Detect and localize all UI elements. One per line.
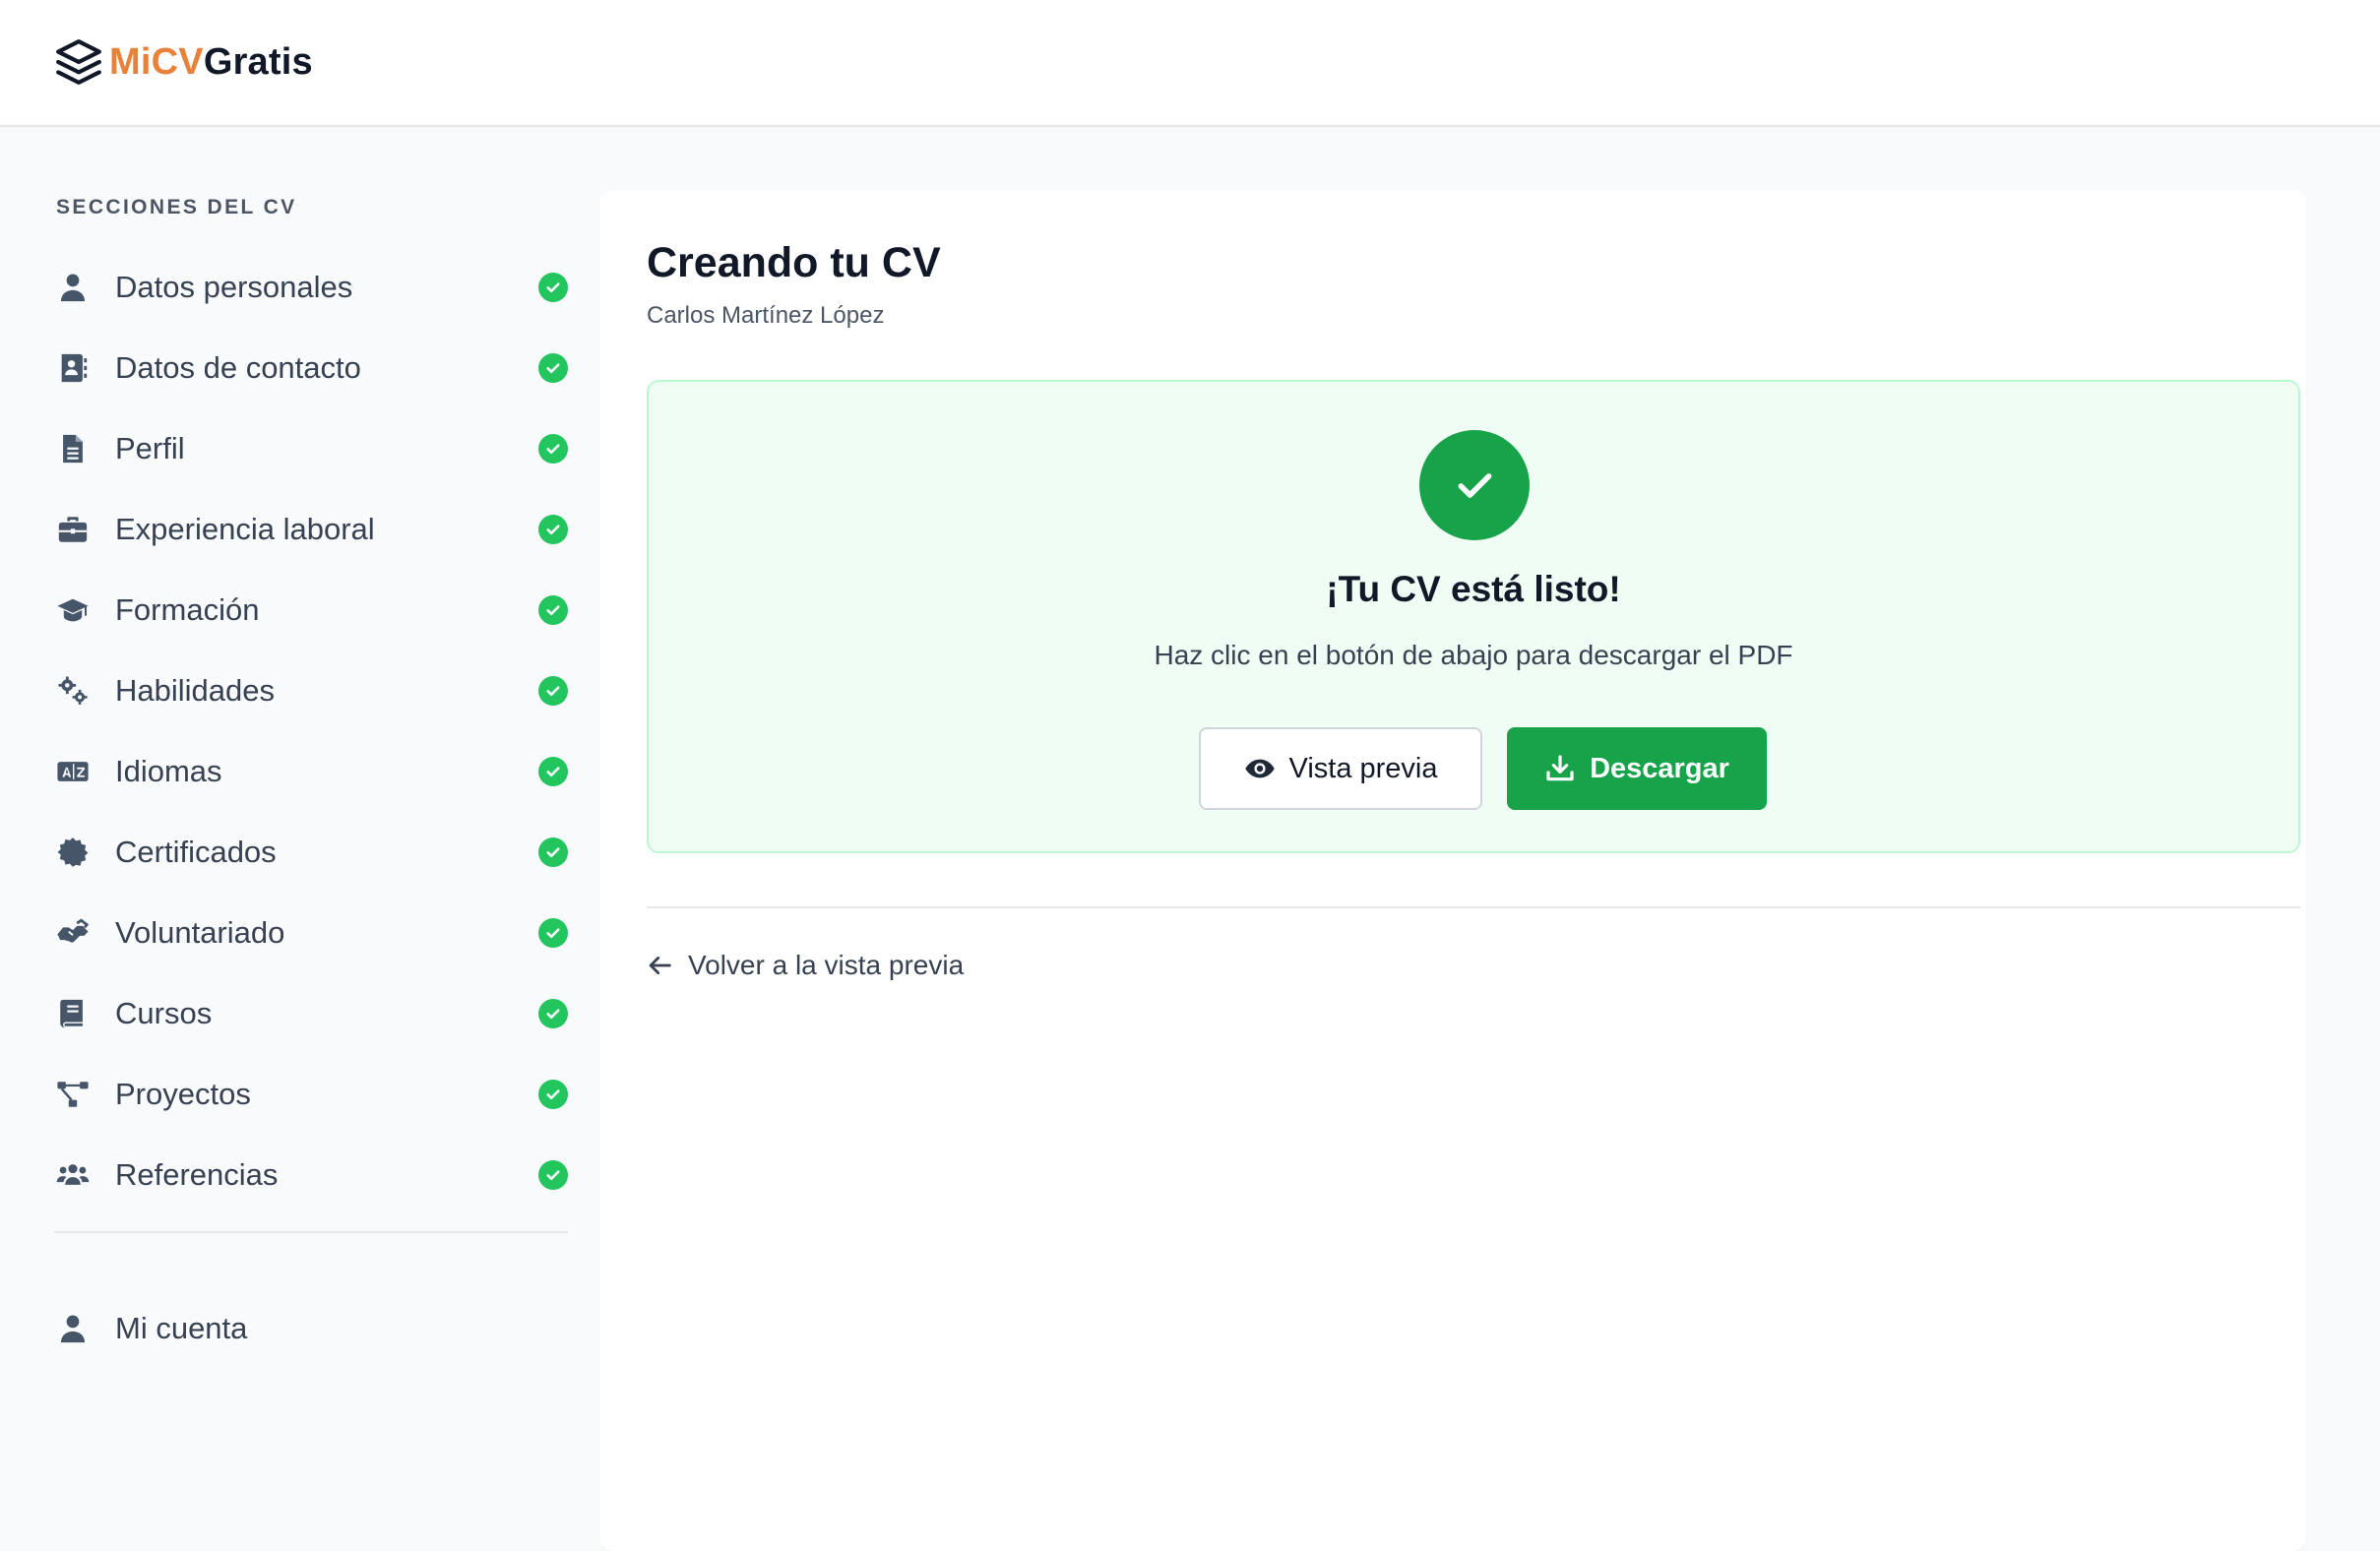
sidebar-item-label: Proyectos [115,1077,251,1111]
sidebar-item-voluntariado[interactable]: Voluntariado [41,893,581,973]
arrow-left-icon [649,957,671,974]
success-title: ¡Tu CV está listo! [1326,569,1621,609]
check-circle-icon [538,757,568,786]
sidebar-item-datos-personales[interactable]: Datos personales [41,247,581,328]
page-title: Creando tu CV [647,239,941,286]
account-nav: Mi cuenta [41,1288,581,1369]
address-book-icon [55,350,91,386]
graduation-cap-icon [55,592,91,628]
diagram-icon [55,1077,91,1112]
gears-icon [55,673,91,709]
user-icon [55,270,91,305]
eye-icon [1244,759,1275,778]
sidebar: SECCIONES DEL CV Datos personales Datos … [0,129,591,1551]
layers-logo-icon [56,39,101,85]
brand-logo[interactable]: MiCVGratis [54,33,313,91]
sidebar-item-label: Idiomas [115,754,222,788]
sidebar-item-idiomas[interactable]: Idiomas [41,731,581,812]
cv-sections-nav: Datos personales Datos de contacto Perfi… [41,247,581,1215]
brand-name: MiCVGratis [109,41,313,84]
sidebar-item-label: Perfil [115,431,185,465]
check-circle-icon [538,918,568,948]
user-icon [55,1311,91,1346]
document-icon [55,431,91,466]
sidebar-item-perfil[interactable]: Perfil [41,408,581,489]
check-circle-icon [538,434,568,464]
brand-name-part2: Gratis [203,40,313,83]
top-header: MiCVGratis [0,0,2380,127]
users-icon [55,1157,91,1193]
check-circle-icon [538,1080,568,1109]
sidebar-item-label: Datos personales [115,270,353,304]
success-check-icon [1419,430,1530,540]
sidebar-item-referencias[interactable]: Referencias [41,1135,581,1215]
check-circle-icon [538,353,568,383]
download-icon [1546,755,1574,781]
sidebar-item-datos-de-contacto[interactable]: Datos de contacto [41,328,581,408]
sidebar-item-label: Cursos [115,996,213,1030]
download-button-label: Descargar [1590,752,1729,784]
back-to-preview-link[interactable]: Volver a la vista previa [647,946,964,985]
preview-button-label: Vista previa [1288,752,1438,784]
sidebar-heading: SECCIONES DEL CV [56,196,297,218]
sidebar-item-label: Habilidades [115,673,275,708]
check-circle-icon [538,676,568,706]
download-button[interactable]: Descargar [1507,727,1767,810]
back-link-label: Volver a la vista previa [688,950,965,980]
sidebar-item-label: Formación [115,592,260,627]
language-icon [55,754,91,789]
sidebar-item-formacion[interactable]: Formación [41,570,581,651]
page-subtitle: Carlos Martínez López [647,302,885,329]
sidebar-item-certificados[interactable]: Certificados [41,812,581,893]
sidebar-divider [54,1231,568,1233]
sidebar-item-label: Mi cuenta [115,1311,248,1345]
content-divider [647,906,2300,908]
sidebar-item-label: Voluntariado [115,915,285,950]
check-circle-icon [538,1160,568,1190]
success-panel: ¡Tu CV está listo! Haz clic en el botón … [647,380,2300,853]
sidebar-item-cursos[interactable]: Cursos [41,973,581,1054]
check-circle-icon [538,273,568,302]
sidebar-item-label: Datos de contacto [115,350,361,385]
sidebar-item-experiencia-laboral[interactable]: Experiencia laboral [41,489,581,570]
sidebar-item-mi-cuenta[interactable]: Mi cuenta [41,1288,581,1369]
handshake-icon [55,915,91,951]
sidebar-item-label: Experiencia laboral [115,512,375,546]
brand-name-part1: MiCV [109,40,204,83]
check-circle-icon [538,838,568,867]
check-circle-icon [538,595,568,625]
sidebar-item-proyectos[interactable]: Proyectos [41,1054,581,1135]
sidebar-item-habilidades[interactable]: Habilidades [41,651,581,731]
check-circle-icon [538,515,568,544]
certificate-icon [55,835,91,870]
preview-button[interactable]: Vista previa [1199,727,1482,810]
book-icon [55,996,91,1031]
success-message: Haz clic en el botón de abajo para desca… [1154,640,1793,670]
sidebar-item-label: Referencias [115,1157,279,1192]
main-card: Creando tu CV Carlos Martínez López ¡Tu … [599,190,2306,1551]
check-circle-icon [538,999,568,1028]
sidebar-item-label: Certificados [115,835,277,869]
briefcase-icon [55,512,91,547]
